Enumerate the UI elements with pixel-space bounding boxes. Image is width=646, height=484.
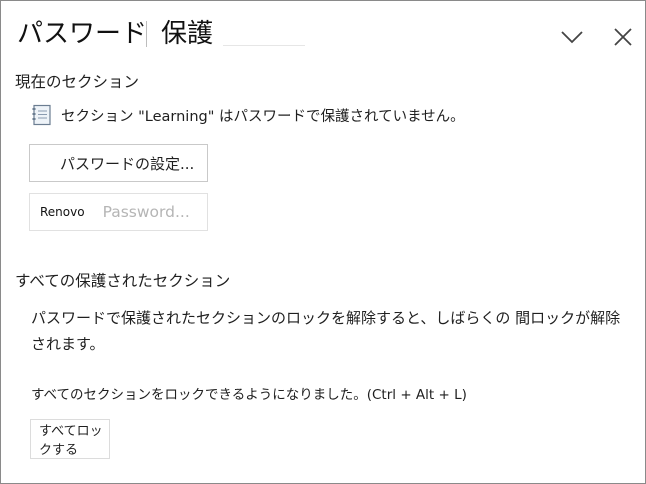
remove-password-label: Password... (102, 203, 190, 221)
set-password-label: パスワードの設定... (60, 154, 195, 173)
lock-all-label: すべてロックする (39, 424, 103, 458)
current-section-heading: 現在のセクション (15, 73, 140, 91)
notebook-section-icon (32, 104, 51, 126)
set-password-button[interactable]: パスワードの設定... (29, 144, 208, 182)
title-underline (223, 45, 305, 46)
unlock-description: パスワードで保護されたセクションのロックを解除すると、しばらくの 間ロックが解除… (31, 309, 621, 353)
title-divider (146, 21, 147, 47)
close-icon (614, 28, 632, 46)
lock-shortcut-note: すべてのセクションをロックできるようになりました。(Ctrl + Alt + L… (31, 387, 467, 403)
chevron-down-icon (561, 31, 583, 44)
section-protection-status: セクション "Learning" はパスワードで保護されていません。 (61, 108, 465, 125)
all-protected-sections-heading: すべての保護されたセクション (15, 272, 231, 290)
lock-all-button[interactable]: すべてロックする (30, 419, 110, 459)
pane-title-bar: パスワード 保護 (1, 1, 645, 61)
section-status-row: セクション "Learning" はパスワードで保護されていません。 (31, 104, 465, 126)
password-protection-pane: パスワード 保護 現在のセクション セクション "Learning" はパスワー… (0, 0, 646, 484)
close-pane-button[interactable] (611, 25, 635, 49)
collapse-pane-button[interactable] (560, 25, 584, 49)
remove-password-prefix: Renovo (40, 205, 85, 219)
remove-password-button: Renovo Password... (29, 193, 208, 231)
pane-title-secondary: 保護 (161, 19, 214, 49)
pane-title: パスワード (17, 19, 148, 49)
